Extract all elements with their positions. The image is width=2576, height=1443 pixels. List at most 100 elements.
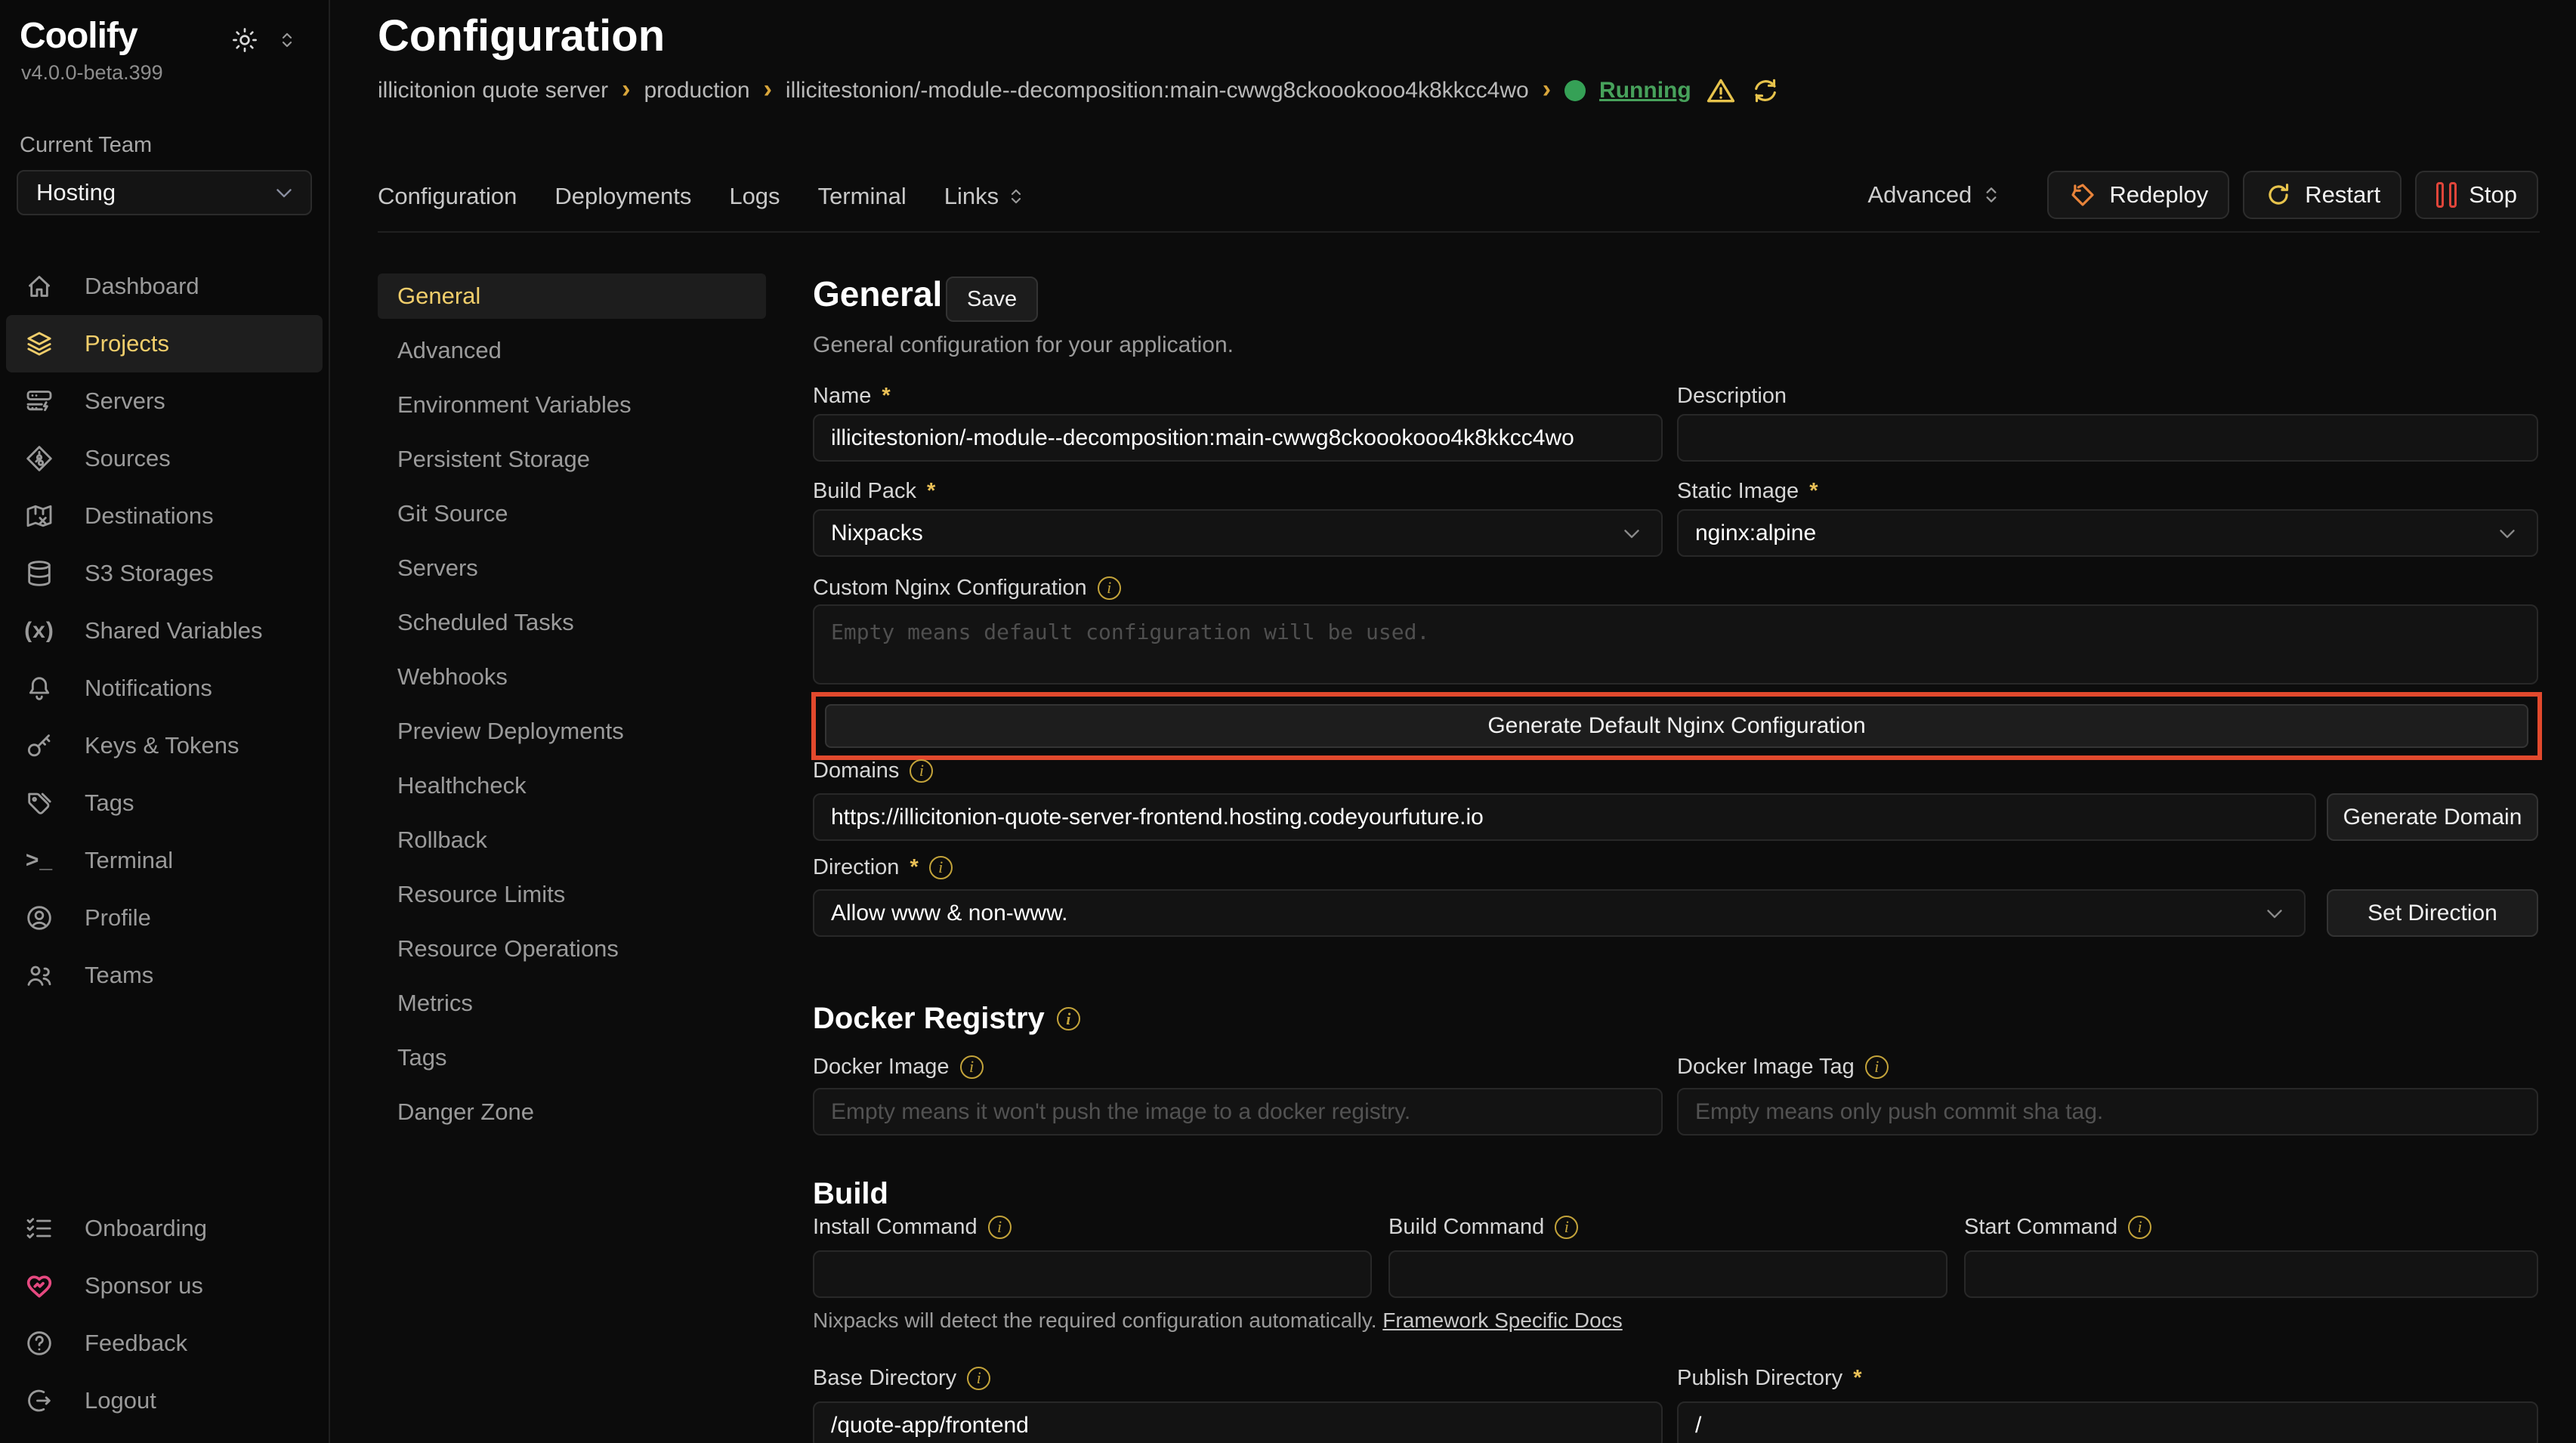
subnav-git-source[interactable]: Git Source (378, 491, 766, 536)
subnav-webhooks[interactable]: Webhooks (378, 654, 766, 700)
team-select[interactable]: Hosting (17, 170, 312, 215)
framework-docs-link[interactable]: Framework Specific Docs (1382, 1309, 1622, 1332)
sidebar-item-sponsor[interactable]: Sponsor us (6, 1257, 323, 1315)
restart-button[interactable]: Restart (2243, 171, 2401, 219)
sidebar-item-notifications[interactable]: Notifications (6, 660, 323, 717)
subnav-environment-variables[interactable]: Environment Variables (378, 382, 766, 428)
info-icon[interactable]: i (1057, 1007, 1080, 1030)
action-bar: Advanced Redeploy Restart Stop (1867, 171, 2538, 219)
sidebar-item-shared-variables[interactable]: (x) Shared Variables (6, 602, 323, 660)
sidebar-item-logout[interactable]: Logout (6, 1372, 323, 1429)
info-icon[interactable]: i (960, 1055, 984, 1079)
direction-select[interactable]: Allow www & non-www. (813, 889, 2306, 937)
tab-deployments[interactable]: Deployments (554, 183, 691, 210)
label-text: Domains (813, 759, 899, 783)
breadcrumb-environment[interactable]: production (644, 78, 749, 104)
subnav-metrics[interactable]: Metrics (378, 981, 766, 1026)
info-icon[interactable]: i (910, 759, 933, 783)
build-command-input[interactable] (1388, 1250, 1947, 1298)
chevron-down-icon (2262, 901, 2287, 926)
status-dot (1564, 80, 1586, 101)
heading-text: Build (813, 1177, 888, 1211)
tab-links[interactable]: Links (944, 183, 1027, 210)
tab-label: Links (944, 183, 999, 210)
tab-configuration[interactable]: Configuration (378, 183, 517, 210)
stop-button[interactable]: Stop (2415, 171, 2538, 219)
tab-logs[interactable]: Logs (729, 183, 780, 210)
generate-domain-button[interactable]: Generate Domain (2327, 793, 2538, 841)
publish-directory-input[interactable] (1677, 1401, 2538, 1443)
subnav-general[interactable]: General (378, 273, 766, 319)
info-icon[interactable]: i (1865, 1055, 1889, 1079)
tab-label: Logs (729, 183, 780, 210)
sidebar-item-dashboard[interactable]: Dashboard (6, 258, 323, 315)
subnav-preview-deployments[interactable]: Preview Deployments (378, 709, 766, 754)
sidebar-item-keys-tokens[interactable]: Keys & Tokens (6, 717, 323, 774)
subnav-healthcheck[interactable]: Healthcheck (378, 763, 766, 808)
map-icon (24, 501, 54, 531)
sidebar-item-profile[interactable]: Profile (6, 889, 323, 947)
breadcrumb-resource[interactable]: illicitestonion/-module--decomposition:m… (786, 78, 1529, 104)
build-pack-select[interactable]: Nixpacks (813, 509, 1663, 557)
breadcrumb-project[interactable]: illicitonion quote server (378, 78, 608, 104)
domains-label: Domains i (813, 757, 933, 784)
description-input[interactable] (1677, 414, 2538, 462)
restart-icon (2264, 181, 2293, 209)
refresh-icon[interactable] (1750, 76, 1781, 106)
static-image-select[interactable]: nginx:alpine (1677, 509, 2538, 557)
sidebar-item-feedback[interactable]: Feedback (6, 1315, 323, 1372)
start-command-label: Start Command i (1964, 1213, 2151, 1241)
app-version: v4.0.0-beta.399 (0, 57, 329, 85)
sidebar-item-terminal[interactable]: >_ Terminal (6, 832, 323, 889)
sidebar-item-label: Shared Variables (85, 617, 263, 644)
sidebar-item-sources[interactable]: Sources (6, 430, 323, 487)
sidebar-item-label: Dashboard (85, 273, 199, 300)
label-text: Install Command (813, 1215, 978, 1240)
page-title: Configuration (378, 11, 665, 61)
subnav-danger-zone[interactable]: Danger Zone (378, 1089, 766, 1135)
start-command-input[interactable] (1964, 1250, 2538, 1298)
name-input[interactable] (813, 414, 1663, 462)
sidebar-item-projects[interactable]: Projects (6, 315, 323, 372)
subnav-tags[interactable]: Tags (378, 1035, 766, 1080)
description-label: Description (1677, 382, 1787, 409)
advanced-dropdown[interactable]: Advanced (1867, 181, 2003, 209)
info-icon[interactable]: i (2128, 1216, 2151, 1239)
subnav-persistent-storage[interactable]: Persistent Storage (378, 437, 766, 482)
info-icon[interactable]: i (967, 1367, 990, 1390)
users-icon (24, 960, 54, 990)
sidebar-item-onboarding[interactable]: Onboarding (6, 1200, 323, 1257)
sidebar-item-destinations[interactable]: Destinations (6, 487, 323, 545)
nginx-config-textarea[interactable] (813, 604, 2538, 684)
redeploy-icon (2068, 181, 2097, 209)
save-button[interactable]: Save (946, 277, 1038, 322)
domains-input[interactable] (813, 793, 2316, 841)
docker-image-input[interactable] (813, 1088, 1663, 1136)
theme-selector-icon[interactable] (276, 29, 298, 51)
install-command-input[interactable] (813, 1250, 1372, 1298)
generate-nginx-button[interactable]: Generate Default Nginx Configuration (825, 704, 2528, 748)
sidebar-item-s3-storages[interactable]: S3 Storages (6, 545, 323, 602)
set-direction-button[interactable]: Set Direction (2327, 889, 2538, 937)
subnav-servers[interactable]: Servers (378, 545, 766, 591)
sidebar-item-teams[interactable]: Teams (6, 947, 323, 1004)
redeploy-button[interactable]: Redeploy (2047, 171, 2229, 219)
subnav-resource-limits[interactable]: Resource Limits (378, 872, 766, 917)
sidebar-item-tags[interactable]: Tags (6, 774, 323, 832)
info-icon[interactable]: i (1555, 1216, 1578, 1239)
docker-image-tag-input[interactable] (1677, 1088, 2538, 1136)
status-running-link[interactable]: Running (1599, 78, 1691, 104)
subnav-scheduled-tasks[interactable]: Scheduled Tasks (378, 600, 766, 645)
base-directory-input[interactable] (813, 1401, 1663, 1443)
warning-icon[interactable] (1705, 75, 1737, 107)
subnav-advanced[interactable]: Advanced (378, 328, 766, 373)
theme-sun-icon[interactable] (230, 26, 259, 54)
tab-terminal[interactable]: Terminal (818, 183, 907, 210)
git-source-icon (24, 443, 54, 474)
subnav-resource-operations[interactable]: Resource Operations (378, 926, 766, 972)
info-icon[interactable]: i (929, 856, 953, 879)
info-icon[interactable]: i (988, 1216, 1012, 1239)
sidebar-item-servers[interactable]: Servers (6, 372, 323, 430)
subnav-rollback[interactable]: Rollback (378, 817, 766, 863)
info-icon[interactable]: i (1098, 576, 1121, 600)
